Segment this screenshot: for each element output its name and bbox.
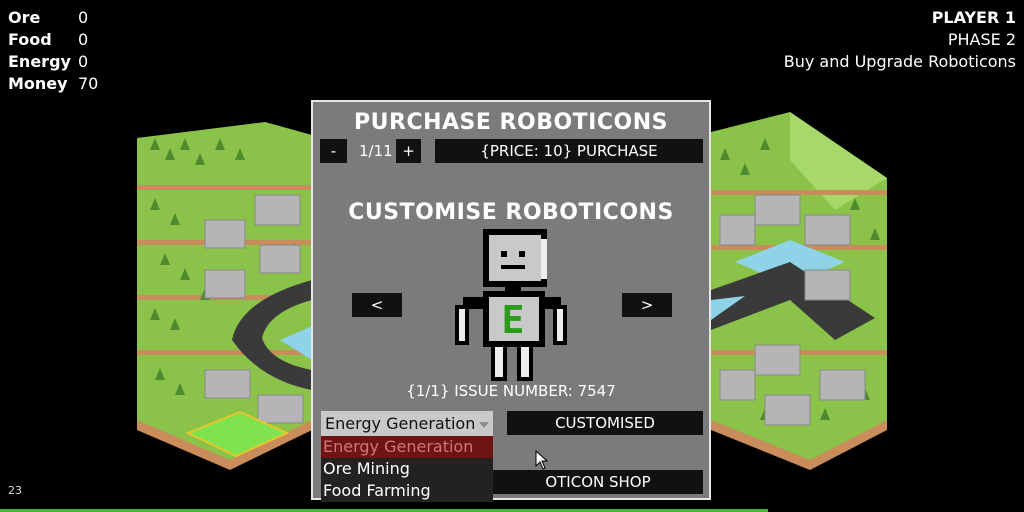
right-island xyxy=(711,112,887,470)
dropdown-selected-value: Energy Generation xyxy=(325,414,476,433)
ore-label: Ore xyxy=(8,8,41,27)
food-label: Food xyxy=(8,30,52,49)
roboticon-sprite: E xyxy=(455,229,567,381)
robot-letter: E xyxy=(502,298,525,342)
option-ore-mining[interactable]: Ore Mining xyxy=(321,458,493,480)
dropdown-options: Energy Generation Ore Mining Food Farmin… xyxy=(321,436,493,502)
player-label: PLAYER 1 xyxy=(931,8,1016,27)
left-island xyxy=(137,122,312,470)
increase-quantity-button[interactable]: + xyxy=(396,139,421,163)
previous-roboticon-button[interactable]: < xyxy=(352,293,402,317)
chevron-down-icon xyxy=(479,422,489,428)
ore-value: 0 xyxy=(78,8,89,27)
customised-button[interactable]: CUSTOMISED xyxy=(507,411,703,435)
fps-counter: 23 xyxy=(8,484,22,497)
roboticon-shop-button[interactable]: OTICON SHOP xyxy=(493,470,703,494)
issue-number-label: {1/1} ISSUE NUMBER: 7547 xyxy=(406,382,616,400)
energy-value: 0 xyxy=(78,52,89,71)
phase-label: PHASE 2 xyxy=(947,30,1016,49)
energy-label: Energy xyxy=(8,52,71,71)
mouse-cursor-icon xyxy=(535,450,549,470)
money-label: Money xyxy=(8,74,68,93)
roboticon-shop-dialog: PURCHASE ROBOTICONS - 1/11 + {PRICE: 10}… xyxy=(311,100,711,502)
phase-description: Buy and Upgrade Roboticons xyxy=(783,52,1016,71)
purchase-title: PURCHASE ROBOTICONS xyxy=(354,110,668,135)
purchase-button[interactable]: {PRICE: 10} PURCHASE xyxy=(435,139,703,163)
customise-title: CUSTOMISE ROBOTICONS xyxy=(348,200,674,225)
specialisation-dropdown[interactable]: Energy Generation xyxy=(321,411,493,436)
quantity-display: 1/11 xyxy=(359,142,393,160)
next-roboticon-button[interactable]: > xyxy=(622,293,672,317)
option-energy-generation[interactable]: Energy Generation xyxy=(321,436,493,458)
money-value: 70 xyxy=(78,74,99,93)
food-value: 0 xyxy=(78,30,89,49)
decrease-quantity-button[interactable]: - xyxy=(320,139,347,163)
option-food-farming[interactable]: Food Farming xyxy=(321,480,493,502)
